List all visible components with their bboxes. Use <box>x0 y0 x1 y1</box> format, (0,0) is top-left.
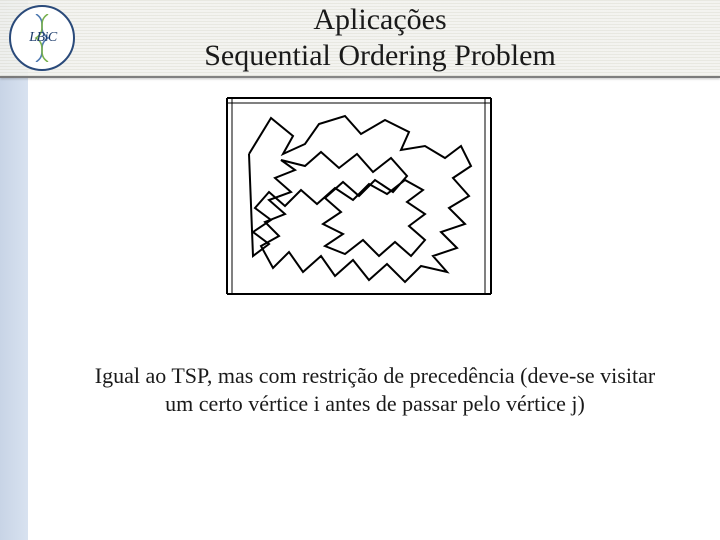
slide-body-text: Igual ao TSP, mas com restrição de prece… <box>80 362 670 417</box>
title-line-2: Sequential Ordering Problem <box>100 38 660 74</box>
diagram-figure <box>225 96 493 296</box>
slide-title: Aplicações Sequential Ordering Problem <box>100 2 660 74</box>
lab-logo: LBiC <box>6 4 80 72</box>
path-diagram-icon <box>225 96 493 296</box>
title-line-1: Aplicações <box>100 2 660 38</box>
left-decorative-stripe <box>0 0 28 540</box>
logo-label: LBiC <box>6 4 80 72</box>
